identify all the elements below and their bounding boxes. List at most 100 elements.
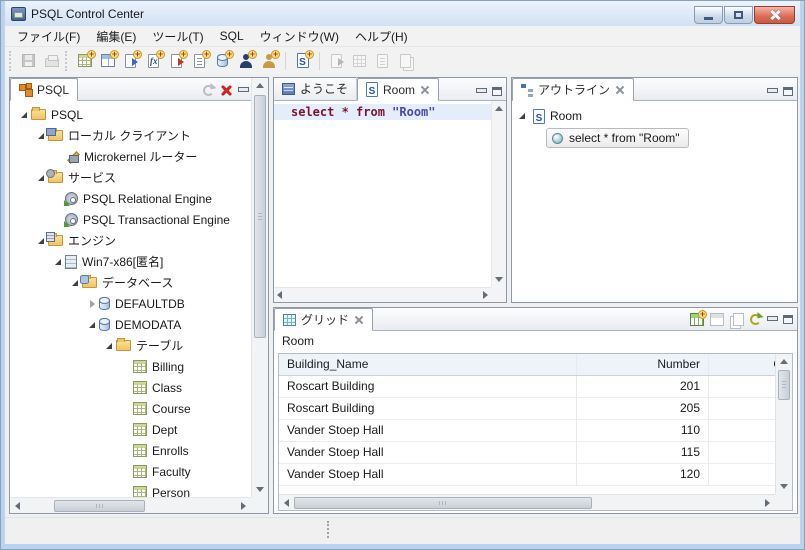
grid-cell[interactable] [709,442,775,463]
tree-item[interactable]: Billing [10,356,251,377]
refresh-grid-button[interactable] [750,314,761,325]
close-button[interactable] [754,6,795,24]
tree-item[interactable]: Class [10,377,251,398]
tree-item[interactable]: Microkernel ルーター [10,146,251,167]
tree-expander-icon[interactable] [103,343,115,349]
tree-horizontal-scrollbar[interactable] [10,497,251,513]
new-script-button[interactable]: + [120,50,141,72]
grid-cell[interactable] [709,398,775,419]
refresh-button[interactable] [203,85,214,96]
tree-expander-icon[interactable] [86,300,98,308]
new-import-button[interactable]: + [166,50,187,72]
copy-record-button[interactable] [733,313,744,326]
grid-cell[interactable]: Roscart Building [279,398,577,419]
tree-item[interactable]: DEMODATA [10,314,251,335]
outline-statement-item[interactable]: select * from "Room" [546,128,689,148]
menu-item-5[interactable]: ヘルプ(H) [347,26,416,47]
grid-data-row[interactable]: Vander Stoep Hall115 [279,442,775,464]
scroll-down-button[interactable] [776,479,792,494]
grid-cell[interactable]: Vander Stoep Hall [279,464,577,485]
grid-cell[interactable]: 110 [577,420,709,441]
tree-item[interactable]: Win7-x86[匿名] [10,251,251,272]
menu-item-1[interactable]: 編集(E) [88,26,144,47]
tab-grid[interactable]: グリッド [274,308,373,331]
menu-item-0[interactable]: ファイル(F) [9,26,88,47]
new-view-button[interactable]: + [97,50,118,72]
tree-item[interactable]: Faculty [10,461,251,482]
grid-column-header[interactable]: Capacity [709,354,775,375]
scroll-up-button[interactable] [252,78,268,93]
export-schema-button[interactable] [372,50,393,72]
edit-record-button[interactable] [710,313,724,326]
restore-button[interactable] [724,6,753,24]
new-database-button[interactable]: + [212,50,233,72]
tab-outline[interactable]: アウトライン [512,78,634,101]
grid-data-row[interactable]: Vander Stoep Hall120 [279,464,775,486]
scroll-right-button[interactable] [760,495,775,510]
tab-room[interactable]: Room [357,78,439,101]
scroll-left-button[interactable] [279,495,294,510]
tree-item[interactable]: サービス [10,167,251,188]
grid-cell[interactable]: 205 [577,398,709,419]
tree-item[interactable]: データベース [10,272,251,293]
scrollbar-thumb[interactable] [54,500,146,512]
tree-expander-icon[interactable] [35,175,47,181]
new-user-button[interactable]: + [235,50,256,72]
new-sql-document-button[interactable]: + [292,50,313,72]
scroll-left-button[interactable] [10,498,25,513]
new-table-button[interactable]: + [74,50,95,72]
tree-vertical-scrollbar[interactable] [251,78,268,497]
grid-horizontal-scrollbar[interactable] [279,494,775,510]
grid-data-row[interactable]: Vander Stoep Hall110 [279,420,775,442]
grid-cell[interactable] [709,420,775,441]
tree-item[interactable]: PSQL Transactional Engine [10,209,251,230]
new-procedure-button[interactable]: + [189,50,210,72]
minimize-view-button[interactable] [767,315,777,324]
minimize-view-button[interactable] [476,87,486,96]
tree-item[interactable]: Dept [10,419,251,440]
grid-cell[interactable]: Vander Stoep Hall [279,420,577,441]
scrollbar-thumb[interactable] [294,497,592,509]
tree-item[interactable]: エンジン [10,230,251,251]
tree-expander-icon[interactable] [86,322,98,328]
menu-item-2[interactable]: ツール(T) [144,26,211,47]
scroll-up-button[interactable] [492,101,506,116]
tree-item[interactable]: Course [10,398,251,419]
close-tab-icon[interactable] [420,85,430,95]
scroll-left-button[interactable] [277,291,282,299]
new-function-button[interactable]: + [143,50,164,72]
outline-root-item[interactable]: Room [516,106,797,126]
import-data-button[interactable] [349,50,370,72]
tab-psql[interactable]: PSQL [10,78,78,101]
add-record-button[interactable]: + [690,313,704,326]
print-button[interactable] [41,50,62,72]
maximize-view-button[interactable] [783,315,793,324]
grid-cell[interactable]: Vander Stoep Hall [279,442,577,463]
minimize-button[interactable] [694,6,723,24]
maximize-view-button[interactable] [783,87,793,96]
grid-data-row[interactable]: Roscart Building205 [279,398,775,420]
close-tab-icon[interactable] [615,85,625,95]
grid-cell[interactable]: 201 [577,376,709,397]
minimize-view-button[interactable] [767,87,777,96]
scroll-right-button[interactable] [483,291,488,299]
tree-expander-icon[interactable] [18,112,30,118]
export-data-button[interactable] [326,50,347,72]
grid-cell[interactable]: Roscart Building [279,376,577,397]
scrollbar-thumb[interactable] [254,95,266,338]
close-tab-icon[interactable] [354,315,364,325]
tree-item[interactable]: DEFAULTDB [10,293,251,314]
grid-cell[interactable]: 120 [577,464,709,485]
tree-item[interactable]: テーブル [10,335,251,356]
editor-horizontal-scrollbar[interactable] [274,287,491,302]
scrollbar-thumb[interactable] [778,370,790,400]
tree-item[interactable]: PSQL [10,104,251,125]
scroll-down-button[interactable] [492,272,506,287]
grid-vertical-scrollbar[interactable] [775,354,792,494]
menu-item-3[interactable]: SQL [212,27,252,45]
scroll-right-button[interactable] [236,498,251,513]
tree-item[interactable]: ローカル クライアント [10,125,251,146]
grid-column-header[interactable]: Number [577,354,709,375]
tree-expander-icon[interactable] [52,259,64,265]
grid-cell[interactable] [709,464,775,485]
